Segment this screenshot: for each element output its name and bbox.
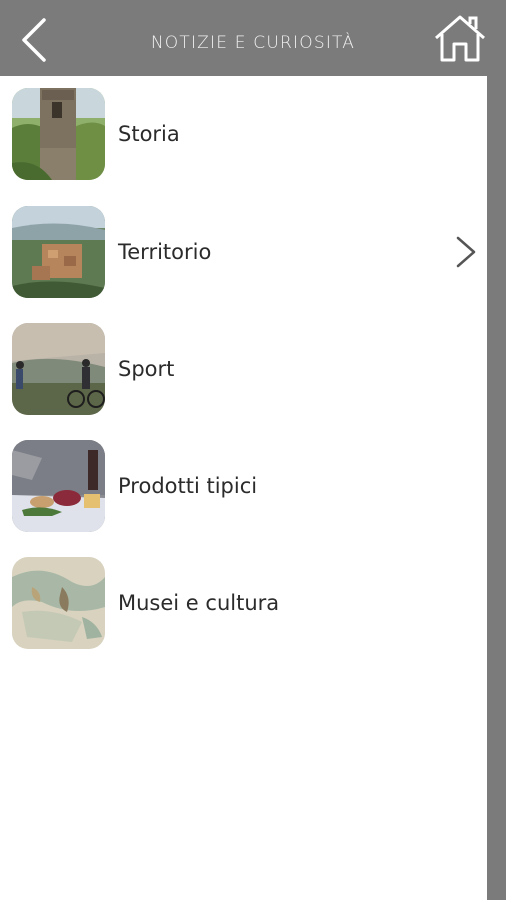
tower-photo [12,88,105,180]
list-item-musei-e-cultura[interactable]: Musei e cultura [0,545,487,649]
chevron-right-icon [456,236,476,268]
fresco-photo [12,557,105,649]
category-list: Storia Territorio Sport Prodotti tipici … [0,76,487,900]
home-icon [435,15,485,62]
list-item-label: Musei e cultura [118,591,280,615]
cyclists-photo [12,323,105,415]
food-table-photo [12,440,105,532]
list-item-prodotti-tipici[interactable]: Prodotti tipici [0,428,487,532]
list-item-label: Sport [118,357,175,381]
list-item-territorio[interactable]: Territorio [0,194,487,298]
app-header: NOTIZIE E CURIOSITÀ [0,0,506,76]
list-item-label: Territorio [118,240,212,264]
village-aerial-photo [12,206,105,298]
list-item-storia[interactable]: Storia [0,76,487,180]
page-title: NOTIZIE E CURIOSITÀ [150,33,356,53]
list-item-label: Storia [118,122,180,146]
list-item-label: Prodotti tipici [118,474,258,498]
home-button[interactable] [432,14,488,64]
list-item-sport[interactable]: Sport [0,311,487,415]
